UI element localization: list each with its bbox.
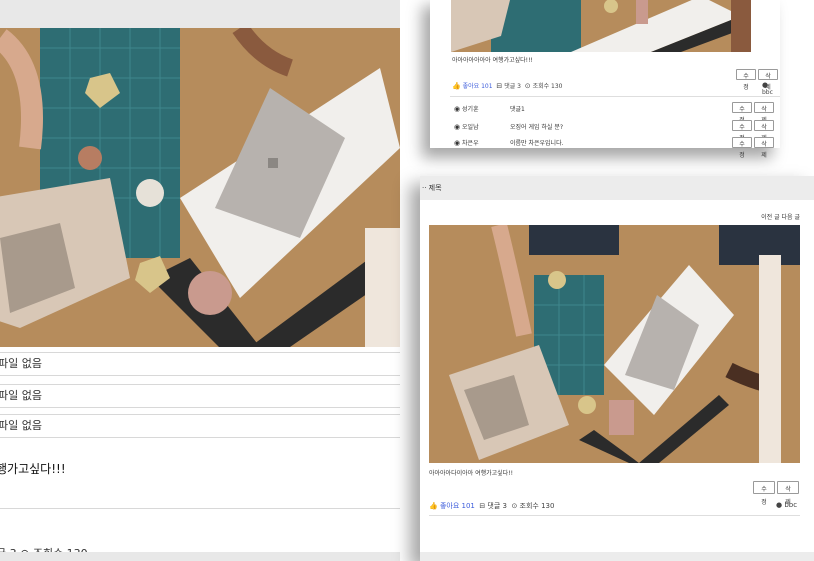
post-stats: 👍 좋아요 101 ⊟ 댓글 3 ⊙ 조회수 130 (452, 81, 563, 90)
page-title: ·· 제목 (422, 184, 442, 192)
post-detail-card: 아아아아아아아 여행가고싶다!!! 수정 삭제 👍 좋아요 101 ⊟ 댓글 3… (430, 0, 780, 159)
attachment-label: 파일 없음 (0, 389, 42, 402)
divider (0, 508, 400, 509)
background-post-page: 파일 없음 파일 없음 파일 없음 행가고싶다!!! 글 3 ⊙ 조회수 130 (0, 0, 400, 561)
user-icon: ● (762, 81, 769, 89)
comment-author: ◉ 성기훈 (454, 104, 479, 113)
post-stats: 👍 좋아요 101 ⊟ 댓글 3 ⊙ 조회수 130 (429, 501, 554, 511)
header-bar (0, 0, 400, 28)
comment-count: 댓글 3 (504, 83, 521, 90)
eye-icon: ⊙ (511, 502, 518, 510)
comment-text: 댓글1 (510, 106, 525, 113)
comment-edit-button[interactable]: 수정 (732, 102, 752, 124)
thumbs-up-icon: 👍 (452, 82, 461, 90)
thumbs-up-icon: 👍 (429, 502, 438, 510)
comment-text: 오징어 게임 하실 분? (510, 124, 564, 131)
post-author: ● bbc (762, 81, 780, 96)
comment-author-name: 성기훈 (462, 106, 479, 113)
like-count: 좋아요 101 (462, 83, 493, 90)
comment-delete-button[interactable]: 삭제 (754, 102, 774, 124)
eye-icon: ⊙ (524, 82, 531, 90)
comment-edit-button[interactable]: 수정 (732, 120, 752, 142)
user-icon: ◉ (454, 139, 461, 147)
footer-bar (420, 552, 814, 561)
view-count: 조회수 130 (532, 83, 563, 90)
author-name: bbc (784, 501, 798, 509)
comment-author: ◉ 오일남 (454, 122, 479, 131)
comment-author-name: 오일남 (462, 124, 479, 131)
edit-button[interactable]: 수정 (736, 69, 756, 91)
like-button[interactable]: 👍 좋아요 101 (452, 82, 493, 90)
like-count: 좋아요 101 (439, 502, 475, 510)
divider (429, 515, 800, 516)
attachment-row: 파일 없음 (0, 414, 400, 438)
prev-next-nav[interactable]: 이전 글 다음 글 (761, 212, 800, 221)
comment-edit-button[interactable]: 수정 (732, 137, 752, 159)
footer-bar (0, 552, 400, 561)
post-content: 아아아아다이아아 여행가고싶다!! (429, 470, 513, 477)
attachment-label: 파일 없음 (0, 419, 42, 432)
delete-button[interactable]: 삭제 (777, 481, 799, 506)
comment-delete-button[interactable]: 삭제 (754, 120, 774, 142)
view-count: 조회수 130 (519, 502, 555, 510)
comment-delete-button[interactable]: 삭제 (754, 137, 774, 159)
comment-author: ◉ 차은우 (454, 138, 479, 147)
comment-author-name: 차은우 (462, 140, 479, 147)
user-icon: ◉ (454, 105, 461, 113)
attachment-row: 파일 없음 (0, 352, 400, 376)
post-content: 행가고싶다!!! (0, 462, 66, 476)
post-author: ● bbc (776, 501, 797, 509)
edit-button[interactable]: 수정 (753, 481, 775, 506)
delete-button[interactable]: 삭제 (758, 69, 778, 91)
user-icon: ◉ (454, 123, 461, 131)
attachment-label: 파일 없음 (0, 357, 42, 370)
title-bar: ·· 제목 (420, 176, 814, 200)
author-name: bbc (762, 89, 773, 96)
comment-icon: ⊟ (496, 82, 503, 90)
post-photo (451, 0, 751, 52)
post-detail-page: ·· 제목 이전 글 다음 글 아아아아다이아아 여행가고싶다!! 수정 삭제 … (420, 176, 814, 561)
divider (450, 96, 780, 97)
comment-icon: ⊟ (479, 502, 486, 510)
post-photo (0, 28, 400, 347)
comment-count: 댓글 3 (487, 502, 507, 510)
comment-text: 이름만 차은우입니다. (510, 140, 564, 147)
user-icon: ● (776, 501, 783, 509)
post-photo (429, 225, 800, 463)
attachment-row: 파일 없음 (0, 384, 400, 408)
post-content: 아아아아아아아 여행가고싶다!!! (452, 57, 533, 64)
like-button[interactable]: 👍 좋아요 101 (429, 502, 475, 510)
